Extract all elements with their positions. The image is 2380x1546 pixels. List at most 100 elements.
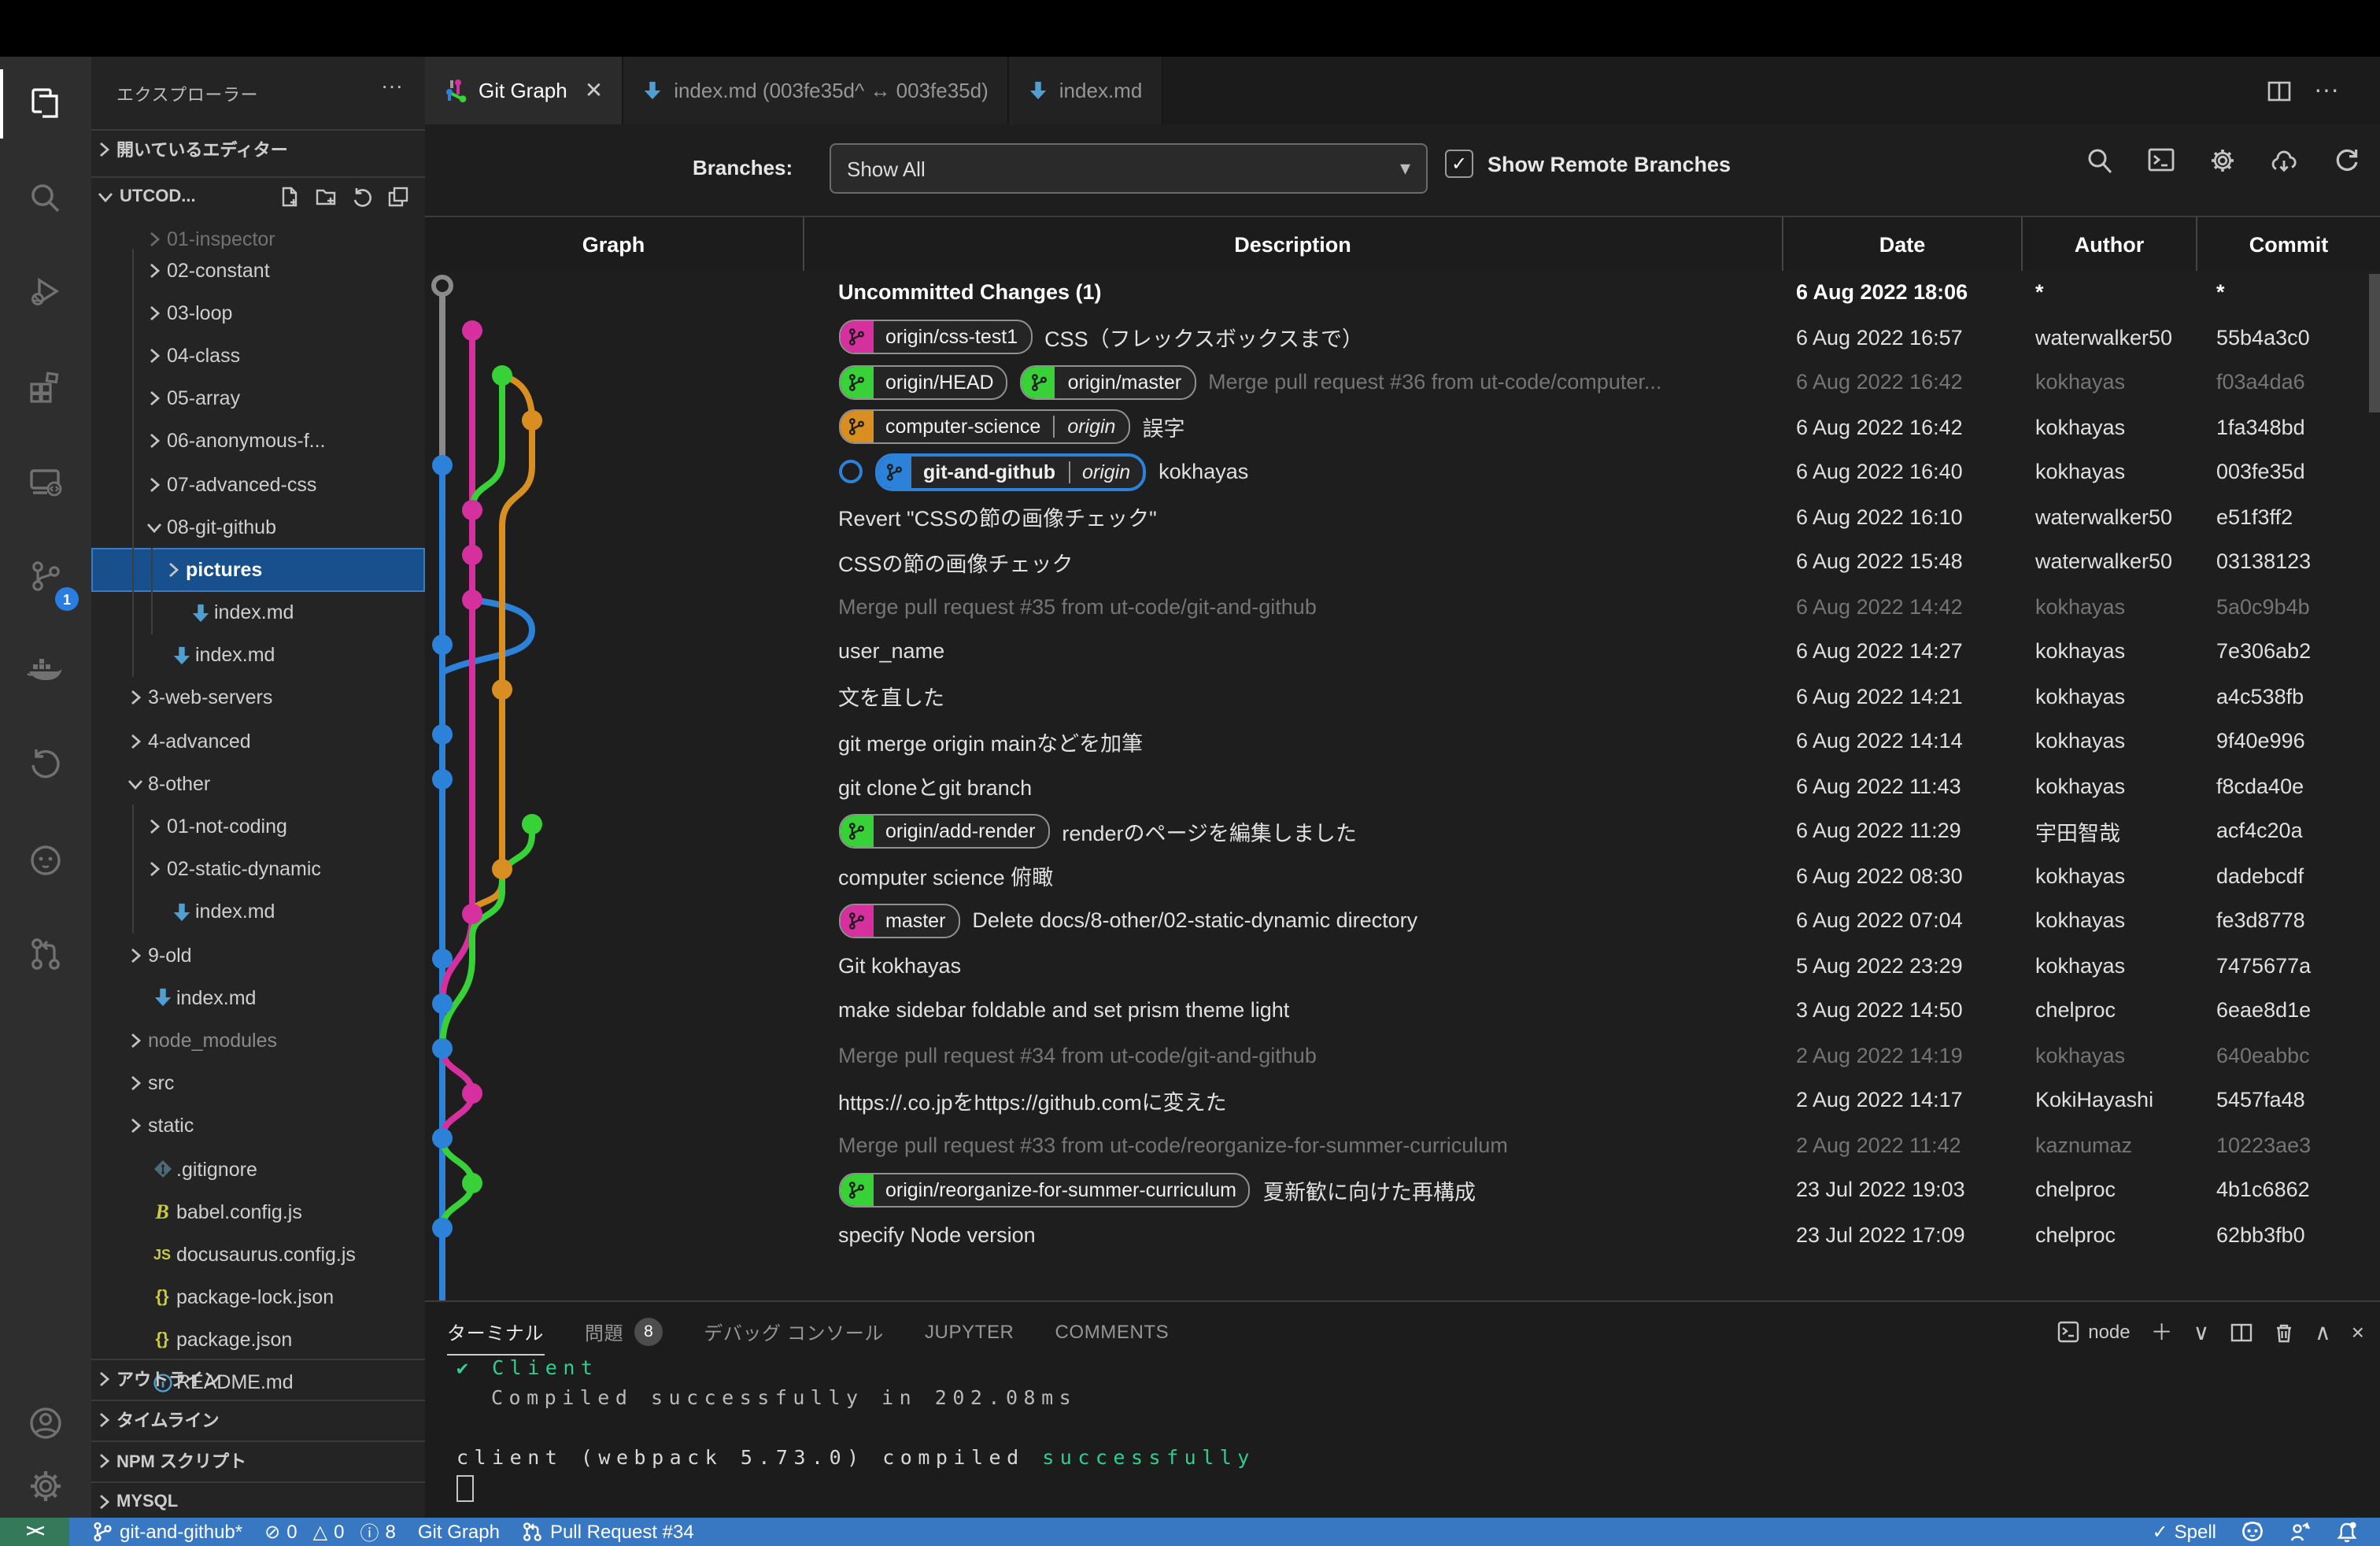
tree-item-03-loop[interactable]: 03-loop — [91, 291, 425, 334]
refresh-icon[interactable] — [2333, 146, 2361, 175]
open-editors-section[interactable]: 開いているエディター — [91, 129, 425, 168]
panel-tab-4[interactable]: COMMENTS — [1055, 1321, 1170, 1343]
commit-date: 6 Aug 2022 11:29 — [1783, 808, 2023, 853]
tree-item-index-md[interactable]: index.md — [91, 634, 425, 676]
branch-badge[interactable]: git-and-githuborigin — [874, 453, 1146, 491]
branch-badge[interactable]: origin/master — [1021, 365, 1196, 400]
branch-badge[interactable]: origin/css-test1 — [838, 320, 1032, 355]
tree-item-02-constant[interactable]: 02-constant — [91, 249, 425, 291]
tree-item-8-other[interactable]: 8-other — [91, 763, 425, 805]
table-scrollbar[interactable] — [2369, 273, 2380, 412]
activitybar-pull-request[interactable] — [0, 907, 91, 1001]
branch-indicator[interactable]: git-and-github* — [91, 1521, 242, 1543]
activitybar-extensions[interactable] — [0, 340, 91, 435]
git-graph-status[interactable]: Git Graph — [418, 1521, 500, 1543]
tree-item-04-class[interactable]: 04-class — [91, 335, 425, 377]
tree-item-02-static-dynamic[interactable]: 02-static-dynamic — [91, 848, 425, 890]
new-terminal-icon[interactable]: ＋ — [2151, 1316, 2173, 1348]
tree-item-08-git-github[interactable]: 08-git-github — [91, 505, 425, 548]
tree-item-node-modules[interactable]: node_modules — [91, 1019, 425, 1062]
notifications-bell-icon[interactable] — [2336, 1520, 2358, 1544]
problems-indicator[interactable]: ⊘0 △0 ⓘ8 — [264, 1518, 396, 1545]
branch-badge[interactable]: origin/reorganize-for-summer-curriculum — [838, 1173, 1251, 1208]
close-icon[interactable]: ✕ — [585, 77, 603, 104]
panel-tab-0[interactable]: ターミナル — [447, 1319, 544, 1355]
sidebar-more-icon[interactable]: ··· — [381, 72, 403, 98]
split-terminal-icon[interactable] — [2230, 1322, 2252, 1342]
pull-request-status[interactable]: Pull Request #34 — [522, 1521, 694, 1543]
sidebar-section-0[interactable]: アウトライン — [91, 1359, 425, 1398]
terminal-cursor — [456, 1475, 474, 1502]
tree-item-07-advanced-css[interactable]: 07-advanced-css — [91, 463, 425, 505]
sidebar-section-3[interactable]: MYSQL — [91, 1481, 425, 1518]
sidebar-section-2[interactable]: NPM スクリプト — [91, 1441, 425, 1480]
editor-tab-bar: Git Graph ✕ index.md (003fe35d^ ↔ 003fe3… — [425, 57, 2380, 124]
commit-author: kokhayas — [2023, 584, 2197, 629]
panel-tab-1[interactable]: 問題8 — [585, 1318, 663, 1346]
activitybar-history[interactable] — [0, 718, 91, 812]
shell-selector[interactable]: node — [2057, 1321, 2130, 1343]
collapse-folders-icon[interactable] — [387, 186, 409, 208]
branch-badge[interactable]: origin/HEAD — [838, 365, 1008, 400]
tree-item-pictures[interactable]: pictures — [91, 549, 425, 591]
activitybar-settings[interactable] — [0, 1455, 91, 1518]
branches-dropdown[interactable]: Show All ▾ — [830, 143, 1428, 194]
tab-index-md[interactable]: index.md — [1009, 57, 1163, 124]
tree-item-src[interactable]: src — [91, 1062, 425, 1104]
tree-item-05-array[interactable]: 05-array — [91, 377, 425, 420]
split-editor-icon[interactable] — [2267, 80, 2292, 102]
tree-item-06-anonymous-f-[interactable]: 06-anonymous-f... — [91, 420, 425, 463]
show-remote-branches-checkbox[interactable]: ✓ Show Remote Branches — [1445, 150, 1731, 178]
branch-badge[interactable]: master — [838, 904, 959, 938]
more-actions-icon[interactable]: ··· — [2314, 76, 2339, 105]
terminal-dropdown-icon[interactable]: ∨ — [2193, 1319, 2210, 1345]
sidebar-section-1[interactable]: タイムライン — [91, 1400, 425, 1439]
tree-item-index-md[interactable]: index.md — [91, 891, 425, 934]
terminal-icon[interactable] — [2147, 146, 2175, 175]
cloud-download-icon[interactable] — [2270, 146, 2300, 175]
tree-item-static[interactable]: static — [91, 1105, 425, 1148]
new-file-icon[interactable] — [279, 186, 301, 208]
spell-checker-status[interactable]: ✓Spell — [2153, 1521, 2217, 1543]
activitybar-docker[interactable] — [0, 623, 91, 718]
tree-item-babel-config-js[interactable]: Bbabel.config.js — [91, 1190, 425, 1233]
tree-item--gitignore[interactable]: .gitignore — [91, 1148, 425, 1190]
tree-item-docusaurus-config-js[interactable]: JSdocusaurus.config.js — [91, 1233, 425, 1276]
activitybar-github[interactable] — [0, 812, 91, 907]
activitybar-explorer[interactable] — [0, 57, 91, 151]
tree-item-package-json[interactable]: {}package.json — [91, 1319, 425, 1361]
activitybar-remote-explorer[interactable] — [0, 435, 91, 529]
find-commit-icon[interactable] — [2086, 146, 2114, 175]
panel-tab-3[interactable]: JUPYTER — [925, 1321, 1014, 1343]
branch-badge[interactable]: computer-scienceorigin — [838, 410, 1129, 445]
activitybar-source-control[interactable]: 1 — [0, 529, 91, 623]
project-section-header[interactable]: UTCOD... — [91, 176, 425, 216]
kill-terminal-icon[interactable] — [2272, 1322, 2294, 1342]
activitybar-search[interactable] — [0, 151, 91, 246]
commit-date: 6 Aug 2022 18:06 — [1783, 270, 2023, 315]
tree-item-9-old[interactable]: 9-old — [91, 934, 425, 976]
tab-git-graph[interactable]: Git Graph ✕ — [425, 57, 623, 124]
tree-item-index-md[interactable]: index.md — [91, 976, 425, 1019]
close-panel-icon[interactable]: × — [2352, 1319, 2364, 1344]
tree-item-3-web-servers[interactable]: 3-web-servers — [91, 677, 425, 719]
tree-item-4-advanced[interactable]: 4-advanced — [91, 719, 425, 762]
refresh-icon[interactable] — [351, 186, 373, 208]
new-folder-icon[interactable] — [315, 186, 337, 208]
commit-hash: fe3d8778 — [2197, 898, 2380, 943]
tab-index-md-diff[interactable]: index.md (003fe35d^ ↔ 003fe35d) — [623, 57, 1009, 124]
tree-item-01-not-coding[interactable]: 01-not-coding — [91, 805, 425, 848]
github-status-icon[interactable] — [2241, 1521, 2264, 1543]
tree-item-index-md[interactable]: index.md — [91, 591, 425, 634]
activitybar-account[interactable] — [0, 1392, 91, 1455]
remote-indicator[interactable]: >< — [0, 1518, 69, 1546]
panel-tab-2[interactable]: デバッグ コンソール — [704, 1319, 884, 1345]
maximize-panel-icon[interactable]: ∧ — [2315, 1319, 2331, 1345]
commit-node-row9 — [432, 634, 453, 654]
settings-icon[interactable] — [2208, 146, 2237, 175]
live-share-icon[interactable] — [2289, 1521, 2311, 1543]
tree-item-package-lock-json[interactable]: {}package-lock.json — [91, 1276, 425, 1319]
activitybar-run-debug[interactable] — [0, 246, 91, 340]
commit-node-row20 — [432, 1127, 453, 1148]
branch-badge[interactable]: origin/add-render — [838, 814, 1049, 849]
